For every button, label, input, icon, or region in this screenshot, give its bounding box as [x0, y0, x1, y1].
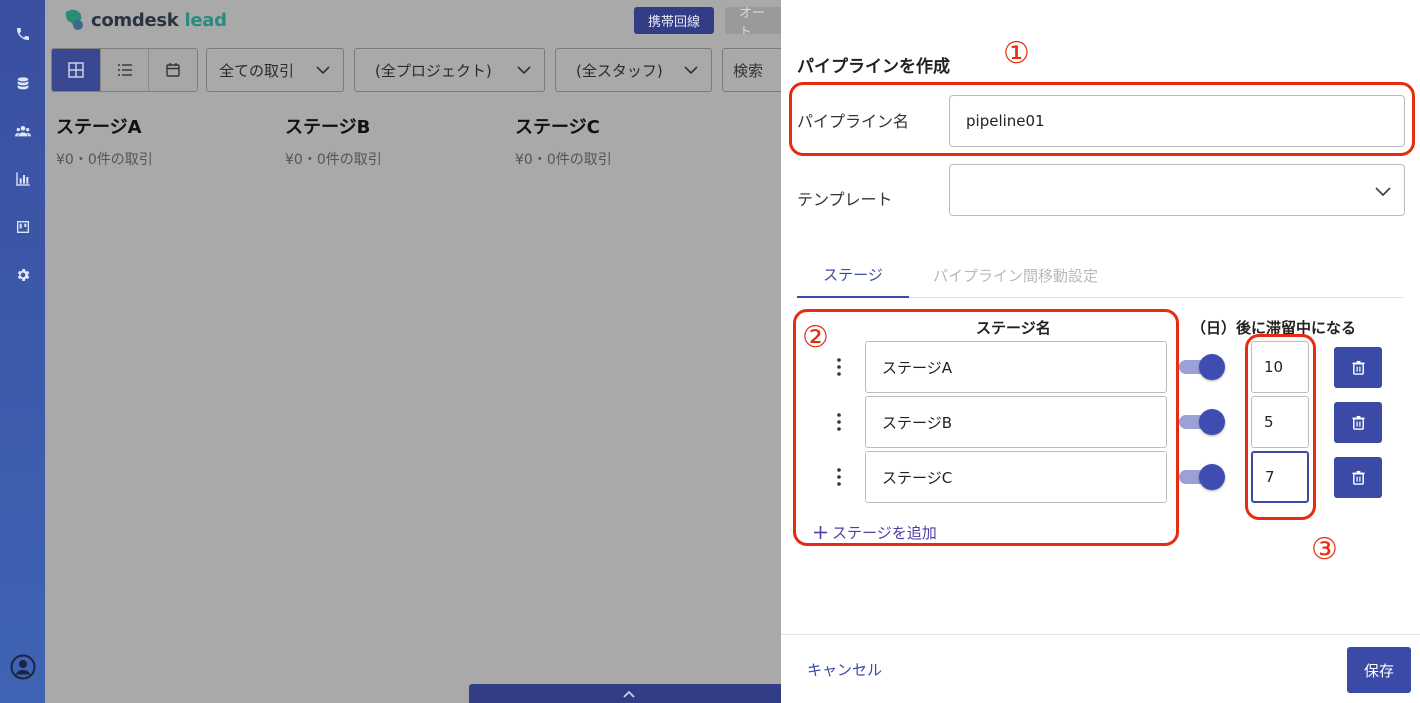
staff-filter-value: (全スタッフ)	[576, 61, 663, 80]
delete-stage-button[interactable]	[1334, 402, 1382, 443]
board-column-stage-c: ステージC ¥0・0件の取引	[515, 113, 612, 169]
calendar-view-button[interactable]	[149, 49, 197, 91]
board-column-title: ステージC	[515, 117, 600, 138]
create-pipeline-drawer: パイプラインを作成 パイプライン名 pipeline01 テンプレート ステージ…	[781, 0, 1420, 703]
board-column-stage-a: ステージA ¥0・0件の取引	[56, 113, 153, 169]
board-column-summary: ¥0・0件の取引	[515, 152, 612, 168]
user-circle-icon[interactable]	[10, 654, 36, 680]
mobile-line-button[interactable]: 携帯回線	[634, 7, 715, 34]
drawer-title: パイプラインを作成	[797, 57, 950, 77]
tab-stages[interactable]: ステージ	[797, 252, 909, 298]
annotation-number-2: ②	[802, 320, 829, 355]
chart-icon[interactable]	[13, 169, 33, 189]
deal-filter-value: 全ての取引	[219, 61, 295, 80]
chevron-down-icon	[517, 66, 531, 75]
board-column-summary: ¥0・0件の取引	[285, 152, 382, 168]
chevron-down-icon	[1375, 187, 1391, 197]
board-icon[interactable]	[13, 217, 33, 237]
cancel-button[interactable]: キャンセル	[807, 659, 882, 680]
deal-filter-select[interactable]: 全ての取引	[206, 48, 344, 92]
annotation-box-1	[789, 82, 1415, 156]
auto-button[interactable]: オート	[725, 7, 785, 34]
drawer-footer: キャンセル 保存	[781, 634, 1420, 703]
trash-icon	[1351, 415, 1365, 430]
delete-stage-button[interactable]	[1334, 347, 1382, 388]
template-select[interactable]	[949, 164, 1405, 216]
logo-text: comdesk lead	[91, 9, 227, 31]
stage-enabled-toggle[interactable]	[1179, 354, 1225, 380]
view-switcher	[51, 48, 198, 92]
bottom-panel-toggle[interactable]	[469, 684, 789, 703]
grid-view-icon	[68, 62, 84, 78]
gear-icon[interactable]	[13, 265, 33, 285]
annotation-box-3	[1245, 334, 1316, 520]
logo-mark-icon	[65, 9, 83, 31]
pipeline-board-background: comdesk lead 携帯回線 オート 全ての取引 (全プロジェクト) (全…	[45, 0, 802, 703]
list-view-icon	[117, 64, 132, 76]
phone-icon[interactable]	[13, 24, 33, 44]
annotation-number-3: ③	[1311, 532, 1338, 567]
app-logo: comdesk lead	[63, 8, 227, 32]
chevron-down-icon	[684, 66, 698, 75]
users-icon[interactable]	[13, 121, 33, 141]
grid-view-button[interactable]	[52, 49, 101, 91]
board-column-title: ステージA	[56, 117, 142, 138]
template-label: テンプレート	[797, 190, 893, 209]
trash-icon	[1351, 360, 1365, 375]
drawer-tabs: ステージ パイプライン間移動設定	[797, 252, 1404, 298]
save-button[interactable]: 保存	[1347, 647, 1411, 693]
annotation-number-1: ①	[1003, 36, 1030, 71]
board-column-title: ステージB	[285, 117, 371, 138]
project-filter-select[interactable]: (全プロジェクト)	[354, 48, 545, 92]
staff-filter-select[interactable]: (全スタッフ)	[555, 48, 712, 92]
trash-icon	[1351, 470, 1365, 485]
left-nav-rail	[0, 0, 45, 703]
project-filter-value: (全プロジェクト)	[375, 61, 492, 80]
annotation-box-2	[793, 309, 1179, 546]
board-column-stage-b: ステージB ¥0・0件の取引	[285, 113, 382, 169]
list-view-button[interactable]	[100, 49, 150, 91]
stage-enabled-toggle[interactable]	[1179, 409, 1225, 435]
calendar-view-icon	[166, 63, 180, 77]
chevron-up-icon	[623, 690, 635, 698]
database-icon[interactable]	[13, 74, 33, 94]
board-column-summary: ¥0・0件の取引	[56, 152, 153, 168]
tab-pipeline-transfer-settings[interactable]: パイプライン間移動設定	[933, 252, 1098, 298]
chevron-down-icon	[316, 66, 330, 75]
delete-stage-button[interactable]	[1334, 457, 1382, 498]
stage-enabled-toggle[interactable]	[1179, 464, 1225, 490]
